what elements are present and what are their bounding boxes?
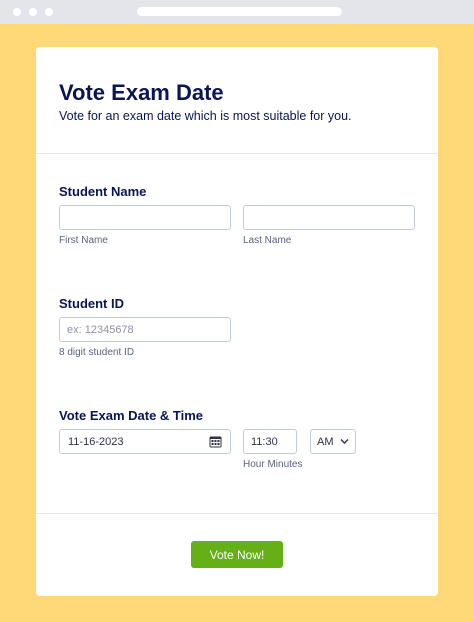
ampm-select[interactable]: AM xyxy=(310,429,356,454)
last-name-sublabel: Last Name xyxy=(243,235,292,246)
window-dot xyxy=(13,8,21,16)
student-id-input[interactable] xyxy=(59,317,231,342)
date-input[interactable]: 11-16-2023 xyxy=(59,429,231,454)
window-dot xyxy=(45,8,53,16)
student-name-label: Student Name xyxy=(59,184,147,199)
student-id-label: Student ID xyxy=(59,296,124,311)
time-value: 11:30 xyxy=(251,436,278,448)
address-bar[interactable] xyxy=(137,7,342,16)
calendar-icon[interactable] xyxy=(209,435,222,448)
header-divider xyxy=(36,153,438,154)
ampm-value: AM xyxy=(317,436,334,448)
vote-now-button[interactable]: Vote Now! xyxy=(191,541,283,568)
chevron-down-icon xyxy=(340,439,349,444)
browser-toolbar xyxy=(0,0,474,24)
first-name-sublabel: First Name xyxy=(59,235,108,246)
form-card: Vote Exam Date Vote for an exam date whi… xyxy=(36,47,438,596)
form-subtitle: Vote for an exam date which is most suit… xyxy=(59,109,352,123)
time-sublabel: Hour Minutes xyxy=(243,459,303,470)
student-id-sublabel: 8 digit student ID xyxy=(59,347,135,358)
last-name-input[interactable] xyxy=(243,205,415,230)
time-input[interactable]: 11:30 xyxy=(243,429,297,454)
form-title: Vote Exam Date xyxy=(59,80,224,105)
exam-date-label: Vote Exam Date & Time xyxy=(59,408,204,423)
date-value: 11-16-2023 xyxy=(68,436,124,448)
first-name-input[interactable] xyxy=(59,205,231,230)
window-dot xyxy=(29,8,37,16)
footer-divider xyxy=(36,513,438,514)
